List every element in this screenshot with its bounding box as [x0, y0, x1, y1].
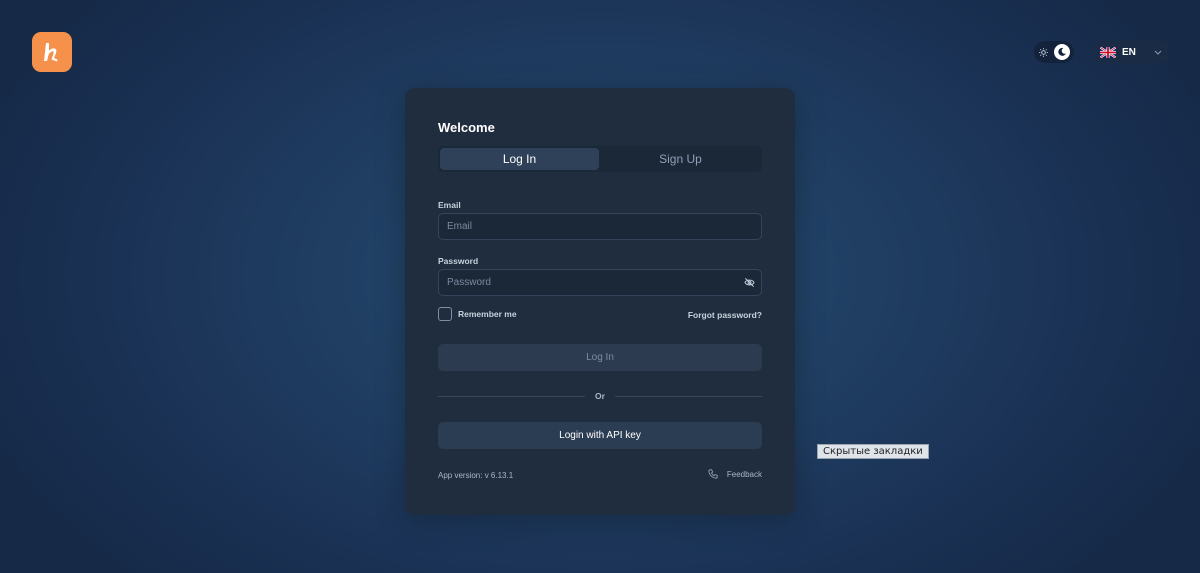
- password-field[interactable]: [445, 276, 743, 289]
- language-code: EN: [1122, 46, 1136, 58]
- chevron-down-icon: [1154, 47, 1162, 57]
- feedback-link[interactable]: Feedback: [708, 469, 762, 479]
- eye-off-icon[interactable]: [743, 277, 755, 289]
- forgot-password-link[interactable]: Forgot password?: [688, 310, 762, 320]
- moon-icon[interactable]: [1054, 44, 1070, 60]
- email-field[interactable]: [445, 220, 755, 233]
- phone-icon: [708, 469, 718, 479]
- language-selector[interactable]: EN: [1094, 41, 1168, 63]
- tab-sign-up[interactable]: Sign Up: [601, 148, 760, 170]
- remember-me-checkbox[interactable]: Remember me: [438, 307, 517, 321]
- feedback-label: Feedback: [726, 469, 762, 479]
- sun-icon[interactable]: [1038, 47, 1048, 57]
- email-label: Email: [438, 200, 461, 210]
- remember-me-label: Remember me: [458, 309, 517, 319]
- password-field-wrapper: [438, 269, 762, 296]
- uk-flag-icon: [1100, 46, 1116, 58]
- login-with-api-key-button[interactable]: Login with API key: [438, 422, 762, 449]
- checkbox-box[interactable]: [438, 307, 452, 321]
- divider-line: [614, 395, 763, 397]
- email-field-wrapper: [438, 213, 762, 240]
- welcome-title: Welcome: [438, 120, 495, 135]
- tab-log-in[interactable]: Log In: [440, 148, 599, 170]
- login-card: Welcome Log In Sign Up Email Password Re…: [405, 88, 795, 515]
- or-text: Or: [595, 391, 605, 401]
- app-version: App version: v 6.13.1: [438, 471, 514, 480]
- password-label: Password: [438, 256, 479, 266]
- hidden-bookmarks-tooltip: Скрытые закладки: [817, 444, 929, 459]
- or-divider: Or: [438, 391, 763, 401]
- app-logo[interactable]: [32, 32, 72, 72]
- auth-tabs: Log In Sign Up: [438, 146, 762, 172]
- theme-toggle[interactable]: [1034, 41, 1074, 63]
- divider-line: [438, 395, 586, 397]
- brand-logo-icon: [44, 43, 58, 62]
- log-in-button[interactable]: Log In: [438, 344, 762, 371]
